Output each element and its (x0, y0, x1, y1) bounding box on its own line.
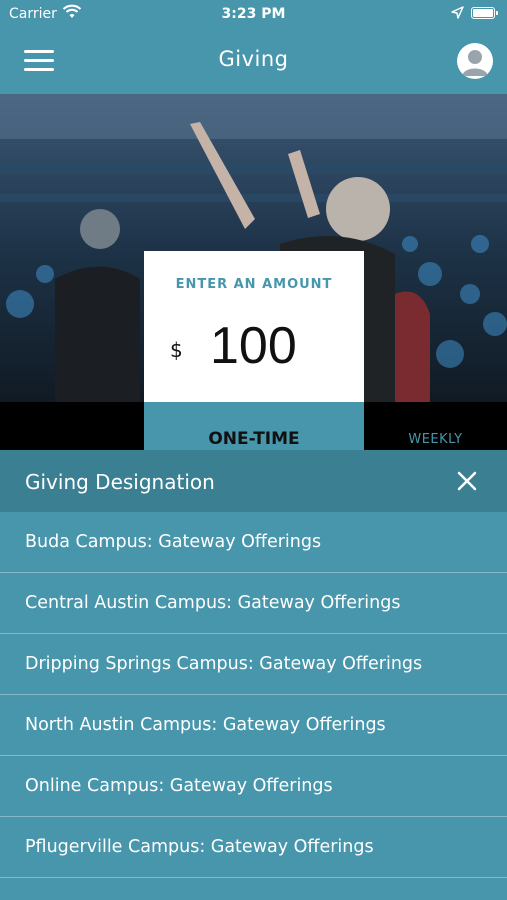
page-title: Giving (218, 47, 289, 71)
status-bar: Carrier 3:23 PM (0, 0, 507, 28)
user-avatar-icon[interactable] (457, 43, 493, 79)
designation-title: Giving Designation (25, 470, 215, 494)
designation-item-label: Pflugerville Campus: Gateway Offerings (25, 837, 374, 857)
frequency-one-time-label[interactable]: ONE-TIME (144, 429, 364, 449)
designation-item-north-austin[interactable]: North Austin Campus: Gateway Offerings (0, 695, 507, 756)
designation-item-buda[interactable]: Buda Campus: Gateway Offerings (0, 512, 507, 573)
frequency-selector: ONE-TIME WEEKLY (0, 402, 507, 450)
designation-item-label: Online Campus: Gateway Offerings (25, 776, 333, 796)
designation-item-dripping-springs[interactable]: Dripping Springs Campus: Gateway Offerin… (0, 634, 507, 695)
designation-item-central-austin[interactable]: Central Austin Campus: Gateway Offerings (0, 573, 507, 634)
close-icon[interactable] (452, 466, 482, 496)
currency-symbol: $ (170, 338, 183, 362)
designation-item-label: Dripping Springs Campus: Gateway Offerin… (25, 654, 423, 674)
designation-item-label: North Austin Campus: Gateway Offerings (25, 715, 386, 735)
amount-label: ENTER AN AMOUNT (175, 277, 333, 292)
designation-item-pflugerville[interactable]: Pflugerville Campus: Gateway Offerings (0, 817, 507, 878)
amount-input[interactable]: 100 (210, 316, 297, 376)
battery-icon (471, 7, 498, 19)
designation-item-label: Buda Campus: Gateway Offerings (25, 532, 322, 552)
amount-card[interactable]: ENTER AN AMOUNT $ 100 (144, 251, 364, 402)
designation-header: Giving Designation (0, 450, 507, 512)
designation-item-label: Central Austin Campus: Gateway Offerings (25, 593, 401, 613)
location-arrow-icon (451, 6, 464, 19)
frequency-weekly-tab[interactable]: WEEKLY (364, 432, 507, 447)
designation-item-online[interactable]: Online Campus: Gateway Offerings (0, 756, 507, 817)
status-time: 3:23 PM (221, 6, 286, 22)
nav-bar: Giving (0, 28, 507, 94)
designation-list: Buda Campus: Gateway Offerings Central A… (0, 512, 507, 878)
